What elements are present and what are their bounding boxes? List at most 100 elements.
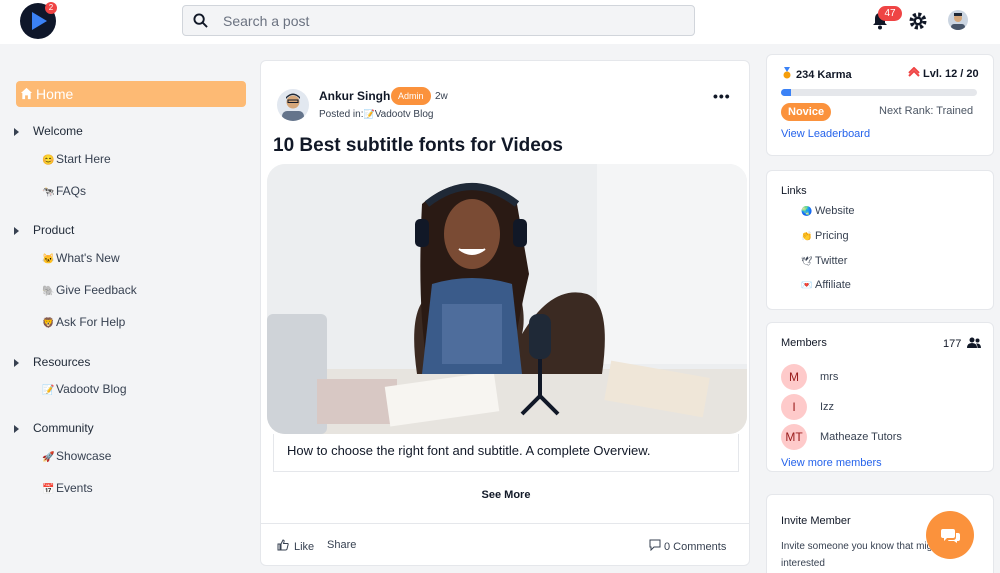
sidebar: Home Welcome 😊 Start Here 🐄 FAQs Product 🐱… [0, 44, 260, 573]
medal-icon [783, 67, 791, 79]
links-title: Links [781, 185, 807, 197]
item-label: FAQs [56, 184, 87, 198]
share-button[interactable]: Share [327, 539, 356, 551]
link-label: Website [815, 205, 855, 217]
sidebar-item-give-feedback[interactable]: 🐘 Give Feedback [42, 283, 137, 297]
link-pricing[interactable]: 👏 Pricing [801, 230, 849, 242]
section-community[interactable]: Community [14, 421, 94, 435]
member-avatar[interactable]: M [781, 364, 807, 390]
caret-right-icon [14, 358, 19, 367]
home-label: Home [36, 86, 74, 102]
sidebar-item-home[interactable]: Home [16, 81, 246, 107]
karma-score: 234 Karma [781, 67, 852, 81]
comments-button[interactable]: 0 Comments [649, 539, 726, 553]
sidebar-item-whats-new[interactable]: 🐱 What's New [42, 251, 120, 265]
post-card: Ankur Singh Admin 2w Posted in:📝Vadootv … [260, 60, 750, 566]
section-label: Resources [33, 355, 91, 369]
caret-right-icon [14, 424, 19, 433]
like-label: Like [294, 541, 315, 553]
link-twitter[interactable]: 🕊 Twitter [801, 255, 847, 267]
post-title[interactable]: 10 Best subtitle fonts for Videos [273, 135, 563, 157]
level: Lvl. 12 / 20 [907, 66, 979, 80]
search-icon [193, 13, 208, 28]
author-name[interactable]: Ankur Singh [319, 89, 390, 103]
caret-right-icon [14, 127, 19, 136]
links-widget: Links 🌏 Website 👏 Pricing 🕊 Twitter 💌 Affili… [766, 170, 994, 310]
karma-text: 234 Karma [796, 69, 852, 81]
memo-icon: 📝 [42, 385, 55, 396]
view-more-members-link[interactable]: View more members [781, 457, 882, 469]
item-label: Showcase [56, 449, 112, 463]
bird-icon: 🕊 [801, 256, 813, 266]
members-title: Members [781, 337, 827, 349]
item-label: Ask For Help [56, 315, 126, 329]
like-button[interactable]: Like [277, 539, 314, 553]
cat-icon: 🐱 [42, 254, 55, 265]
lion-icon: 🦁 [42, 318, 55, 329]
chevrons-up-icon [908, 66, 920, 77]
calendar-icon: 📅 [42, 484, 55, 495]
member-avatar[interactable]: MT [781, 424, 807, 450]
gear-icon[interactable] [908, 11, 928, 31]
clap-icon: 👏 [801, 231, 813, 241]
user-avatar[interactable] [948, 10, 968, 30]
sidebar-item-ask-for-help[interactable]: 🦁 Ask For Help [42, 315, 125, 329]
section-product[interactable]: Product [14, 223, 74, 237]
section-resources[interactable]: Resources [14, 355, 90, 369]
post-cover-image[interactable] [267, 164, 747, 434]
member-name[interactable]: Matheaze Tutors [820, 431, 902, 443]
section-welcome[interactable]: Welcome [14, 124, 83, 138]
item-label: Give Feedback [56, 283, 137, 297]
posted-in-prefix: Posted in: [319, 109, 364, 120]
post-excerpt: How to choose the right font and subtitl… [273, 434, 739, 472]
memo-icon: 📝 [363, 109, 375, 119]
sidebar-item-events[interactable]: 📅 Events [42, 481, 93, 495]
sidebar-item-faqs[interactable]: 🐄 FAQs [42, 184, 86, 198]
play-icon [32, 12, 47, 30]
item-label: Events [56, 481, 93, 495]
link-website[interactable]: 🌏 Website [801, 205, 855, 217]
chat-button[interactable] [926, 511, 974, 559]
notification-badge: 47 [878, 6, 902, 21]
search-bar [182, 5, 695, 36]
member-avatar[interactable]: I [781, 394, 807, 420]
karma-progress-bar [781, 89, 977, 96]
cow-icon: 🐄 [42, 187, 55, 198]
section-label: Product [33, 223, 75, 237]
link-label: Twitter [815, 255, 848, 267]
globe-icon: 🌏 [801, 206, 813, 216]
elephant-icon: 🐘 [42, 286, 55, 297]
sidebar-item-showcase[interactable]: 🚀 Showcase [42, 449, 111, 463]
post-time: 2w [435, 91, 448, 102]
invite-title: Invite Member [781, 515, 851, 527]
see-more-button[interactable]: See More [261, 489, 751, 501]
posted-in: Posted in:📝Vadootv Blog [319, 109, 433, 120]
sidebar-item-vadootv-blog[interactable]: 📝 Vadootv Blog [42, 382, 127, 396]
link-affiliate[interactable]: 💌 Affiliate [801, 279, 851, 291]
comment-icon [649, 539, 661, 552]
karma-progress-fill [781, 89, 791, 96]
link-label: Pricing [815, 230, 849, 242]
rocket-icon: 🚀 [42, 452, 55, 463]
search-input[interactable] [223, 6, 683, 35]
member-name[interactable]: Izz [820, 401, 834, 413]
post-actions: Like Share 0 Comments [261, 523, 749, 566]
logo-badge: 2 [45, 2, 57, 14]
caret-right-icon [14, 226, 19, 235]
sidebar-item-start-here[interactable]: 😊 Start Here [42, 152, 111, 166]
love-letter-icon: 💌 [801, 280, 813, 290]
view-leaderboard-link[interactable]: View Leaderboard [781, 128, 870, 140]
top-bar: 2 47 [0, 0, 1000, 44]
member-name[interactable]: mrs [820, 371, 838, 383]
members-widget: Members 177 M mrs I Izz MT Matheaze Tuto… [766, 322, 994, 472]
chat-icon [941, 529, 960, 543]
more-options-icon[interactable]: ••• [713, 88, 731, 104]
posted-in-category[interactable]: Vadootv Blog [375, 109, 434, 120]
smile-icon: 😊 [42, 155, 55, 166]
level-text: Lvl. 12 / 20 [923, 68, 979, 80]
item-label: Vadootv Blog [56, 382, 127, 396]
author-avatar[interactable] [277, 89, 309, 121]
home-icon [20, 87, 33, 100]
members-count-value: 177 [943, 338, 962, 350]
link-label: Affiliate [815, 279, 851, 291]
